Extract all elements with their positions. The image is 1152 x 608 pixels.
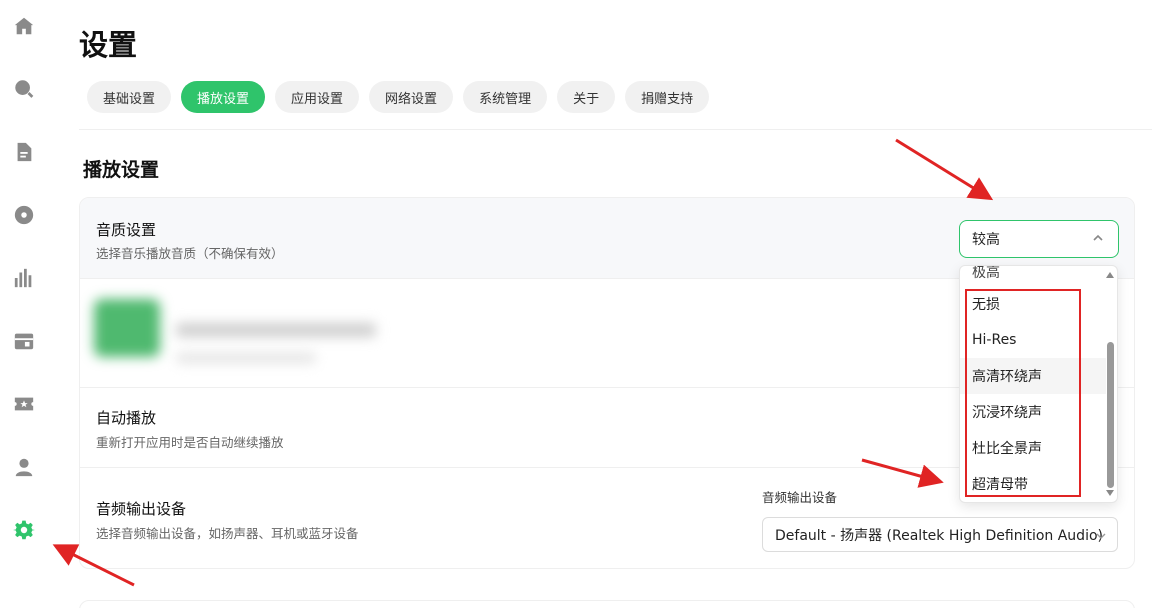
chevron-up-icon bbox=[1092, 232, 1104, 244]
search-icon[interactable] bbox=[12, 77, 36, 101]
tab-app[interactable]: 应用设置 bbox=[275, 81, 360, 113]
dropdown-scrollbar[interactable] bbox=[1105, 266, 1117, 502]
settings-tabs: 基础设置 播放设置 应用设置 网络设置 系统管理 关于 捐赠支持 bbox=[87, 81, 710, 113]
scroll-up-arrow-icon[interactable] bbox=[1106, 272, 1114, 278]
blurred-text bbox=[176, 353, 316, 363]
header-divider bbox=[79, 129, 1152, 130]
gear-icon[interactable] bbox=[12, 518, 36, 542]
quality-title: 音质设置 bbox=[96, 221, 157, 239]
blurred-text bbox=[176, 323, 376, 337]
home-icon[interactable] bbox=[12, 14, 36, 38]
document-icon[interactable] bbox=[12, 140, 36, 164]
quality-desc: 选择音乐播放音质（不确保有效） bbox=[96, 246, 284, 261]
radio-icon[interactable] bbox=[12, 329, 36, 353]
tab-playback[interactable]: 播放设置 bbox=[181, 81, 266, 113]
sidebar bbox=[0, 0, 48, 608]
section-title: 播放设置 bbox=[83, 159, 160, 181]
tab-basic[interactable]: 基础设置 bbox=[87, 81, 172, 113]
autoplay-desc: 重新打开应用时是否自动继续播放 bbox=[96, 435, 284, 450]
tab-about[interactable]: 关于 bbox=[557, 81, 616, 113]
chevron-down-icon bbox=[1095, 530, 1107, 542]
quality-option[interactable]: Hi-Res bbox=[960, 322, 1106, 358]
ticket-icon[interactable] bbox=[12, 392, 36, 416]
next-settings-card bbox=[79, 600, 1135, 608]
quality-option[interactable]: 杜比全景声 bbox=[960, 430, 1106, 466]
quality-option[interactable]: 超清母带 bbox=[960, 466, 1106, 502]
tab-system[interactable]: 系统管理 bbox=[463, 81, 548, 113]
quality-option[interactable]: 高清环绕声 bbox=[960, 358, 1106, 394]
output-device-select[interactable]: Default - 扬声器 (Realtek High Definition A… bbox=[762, 517, 1118, 552]
tab-donate[interactable]: 捐赠支持 bbox=[625, 81, 710, 113]
tab-network[interactable]: 网络设置 bbox=[369, 81, 454, 113]
scrollbar-thumb[interactable] bbox=[1107, 342, 1114, 488]
quality-option[interactable]: 沉浸环绕声 bbox=[960, 394, 1106, 430]
quality-dropdown: 极高 无损 Hi-Res 高清环绕声 沉浸环绕声 杜比全景声 超清母带 bbox=[959, 265, 1118, 503]
output-selected-value: Default - 扬声器 (Realtek High Definition A… bbox=[775, 527, 1103, 544]
quality-option[interactable]: 无损 bbox=[960, 286, 1106, 322]
quality-selected-value: 较高 bbox=[972, 232, 1000, 248]
page-title: 设置 bbox=[79, 28, 138, 62]
scroll-down-arrow-icon[interactable] bbox=[1106, 490, 1114, 496]
autoplay-title: 自动播放 bbox=[96, 409, 157, 427]
disc-icon[interactable] bbox=[12, 203, 36, 227]
quality-select[interactable]: 较高 bbox=[959, 220, 1119, 258]
output-desc: 选择音频输出设备，如扬声器、耳机或蓝牙设备 bbox=[96, 526, 359, 541]
quality-option[interactable]: 极高 bbox=[960, 266, 1106, 280]
user-icon[interactable] bbox=[12, 455, 36, 479]
chart-icon[interactable] bbox=[12, 266, 36, 290]
arrow-to-quality-select bbox=[895, 138, 994, 201]
output-device-label: 音频输出设备 bbox=[762, 490, 838, 505]
blurred-image bbox=[94, 299, 160, 357]
output-title: 音频输出设备 bbox=[96, 500, 187, 518]
